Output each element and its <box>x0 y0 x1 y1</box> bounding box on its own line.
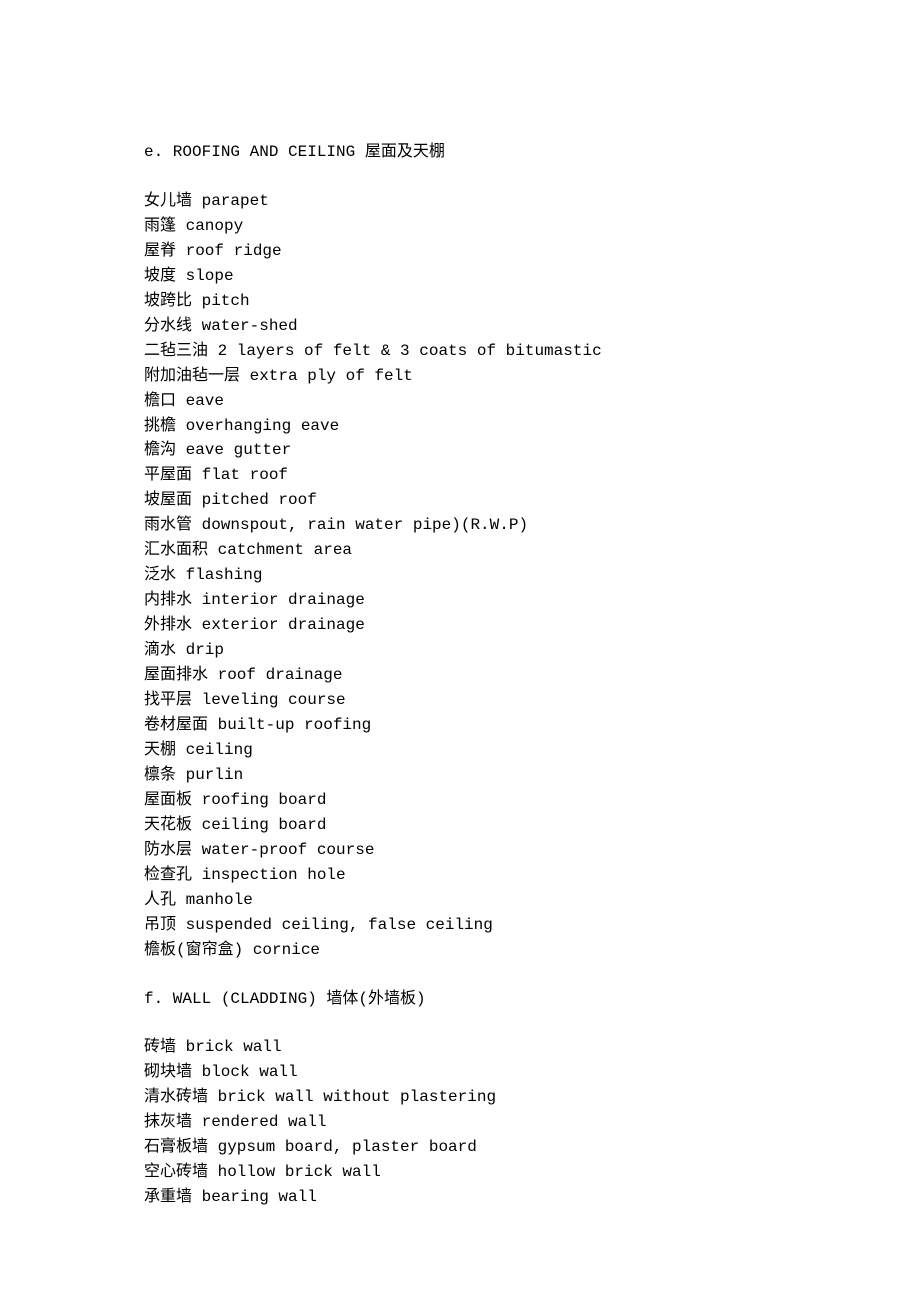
list-item: 外排水 exterior drainage <box>144 613 920 638</box>
list-item: 吊顶 suspended ceiling, false ceiling <box>144 913 920 938</box>
list-item: 石膏板墙 gypsum board, plaster board <box>144 1135 920 1160</box>
document-page: e. ROOFING AND CEILING 屋面及天棚 女儿墙 parapet… <box>0 0 920 1302</box>
section-f-heading: f. WALL (CLADDING) 墙体(外墙板) <box>144 987 920 1012</box>
list-item: 天花板 ceiling board <box>144 813 920 838</box>
list-item: 檐板(窗帘盒) cornice <box>144 938 920 963</box>
list-item: 雨水管 downspout, rain water pipe)(R.W.P) <box>144 513 920 538</box>
list-item: 平屋面 flat roof <box>144 463 920 488</box>
list-item: 砖墙 brick wall <box>144 1035 920 1060</box>
list-item: 抹灰墙 rendered wall <box>144 1110 920 1135</box>
list-item: 附加油毡一层 extra ply of felt <box>144 364 920 389</box>
list-item: 檩条 purlin <box>144 763 920 788</box>
list-item: 卷材屋面 built-up roofing <box>144 713 920 738</box>
section-f-list: 砖墙 brick wall 砌块墙 block wall 清水砖墙 brick … <box>144 1035 920 1210</box>
list-item: 内排水 interior drainage <box>144 588 920 613</box>
list-item: 二毡三油 2 layers of felt & 3 coats of bitum… <box>144 339 920 364</box>
list-item: 滴水 drip <box>144 638 920 663</box>
heading-text: e. ROOFING AND CEILING 屋面及天棚 <box>144 143 445 161</box>
section-e-heading: e. ROOFING AND CEILING 屋面及天棚 <box>144 140 920 165</box>
list-item: 屋面板 roofing board <box>144 788 920 813</box>
list-item: 坡跨比 pitch <box>144 289 920 314</box>
list-item: 坡度 slope <box>144 264 920 289</box>
list-item: 找平层 leveling course <box>144 688 920 713</box>
list-item: 分水线 water-shed <box>144 314 920 339</box>
list-item: 泛水 flashing <box>144 563 920 588</box>
list-item: 雨篷 canopy <box>144 214 920 239</box>
list-item: 承重墙 bearing wall <box>144 1185 920 1210</box>
list-item: 檐沟 eave gutter <box>144 438 920 463</box>
list-item: 人孔 manhole <box>144 888 920 913</box>
list-item: 女儿墙 parapet <box>144 189 920 214</box>
section-e-list: 女儿墙 parapet 雨篷 canopy 屋脊 roof ridge 坡度 s… <box>144 189 920 963</box>
list-item: 砌块墙 block wall <box>144 1060 920 1085</box>
list-item: 空心砖墙 hollow brick wall <box>144 1160 920 1185</box>
list-item: 汇水面积 catchment area <box>144 538 920 563</box>
list-item: 检查孔 inspection hole <box>144 863 920 888</box>
list-item: 檐口 eave <box>144 389 920 414</box>
list-item: 防水层 water-proof course <box>144 838 920 863</box>
list-item: 天棚 ceiling <box>144 738 920 763</box>
heading-text: f. WALL (CLADDING) 墙体(外墙板) <box>144 990 426 1008</box>
list-item: 清水砖墙 brick wall without plastering <box>144 1085 920 1110</box>
list-item: 挑檐 overhanging eave <box>144 414 920 439</box>
list-item: 屋脊 roof ridge <box>144 239 920 264</box>
list-item: 坡屋面 pitched roof <box>144 488 920 513</box>
list-item: 屋面排水 roof drainage <box>144 663 920 688</box>
